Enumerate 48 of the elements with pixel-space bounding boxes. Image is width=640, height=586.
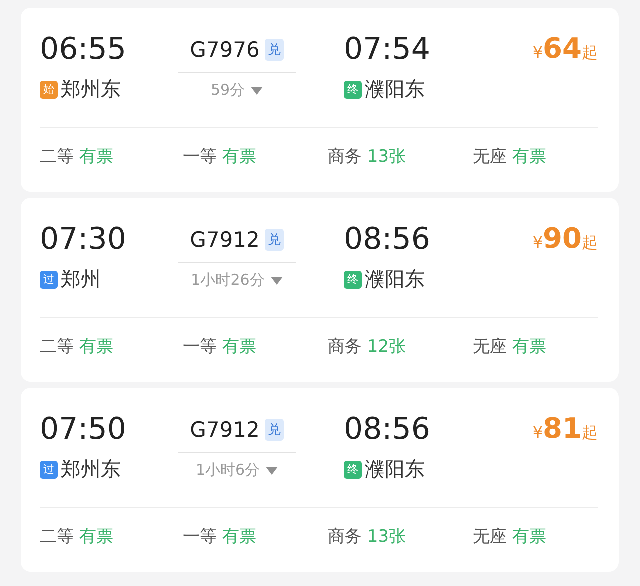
station-name: 郑州东 <box>61 76 121 103</box>
train-tag: 兑 <box>264 419 284 441</box>
price: ¥81起 <box>532 412 598 447</box>
train-number: G7912 <box>190 228 260 252</box>
station-badge: 过 <box>40 270 58 288</box>
train-number: G7912 <box>190 418 260 442</box>
seat-availability: 无座 有票 <box>473 526 548 548</box>
arrival-time: 07:54 <box>344 32 430 68</box>
station-badge: 终 <box>344 460 362 478</box>
seat-availability: 无座 有票 <box>473 336 548 358</box>
caret-down-icon[interactable] <box>266 466 278 474</box>
price: ¥90起 <box>532 222 598 257</box>
caret-down-icon[interactable] <box>270 276 283 284</box>
train-card[interactable]: 07:30 过 郑州 G7912 兑 1小时26分 08:56 终 濮阳东 ¥90起 二等 有票 一等 有票 商务 12张 无座 有票 <box>21 198 619 382</box>
station-name: 郑州东 <box>61 456 121 483</box>
departure-time: 07:30 <box>40 222 126 258</box>
price: ¥64起 <box>532 32 598 67</box>
train-number: G7976 <box>190 38 260 62</box>
arrival-time: 08:56 <box>344 412 430 448</box>
caret-down-icon[interactable] <box>251 86 264 94</box>
seat-availability: 商务 12张 <box>328 336 408 358</box>
arrival-time: 08:56 <box>344 222 430 258</box>
seat-availability: 二等 有票 <box>40 526 114 548</box>
duration: 59分 <box>210 81 246 100</box>
seat-availability: 二等 有票 <box>40 146 114 168</box>
seat-availability: 商务 13张 <box>328 526 408 548</box>
station-name: 郑州 <box>61 266 101 293</box>
train-tag: 兑 <box>264 39 284 61</box>
duration: 1小时26分 <box>191 271 265 290</box>
station-name: 濮阳东 <box>365 266 425 293</box>
train-tag: 兑 <box>264 229 284 251</box>
seat-availability: 一等 有票 <box>183 336 258 358</box>
seat-availability: 无座 有票 <box>473 146 548 168</box>
seat-availability: 一等 有票 <box>183 146 258 168</box>
train-card[interactable]: 07:50 过 郑州东 G7912 兑 1小时6分 08:56 终 濮阳东 ¥81起 二等 有票 一等 有票 商务 13张 无座 有票 <box>21 388 619 572</box>
station-badge: 终 <box>344 270 362 288</box>
station-badge: 终 <box>344 80 362 98</box>
duration: 1小时6分 <box>196 461 260 480</box>
seat-availability: 一等 有票 <box>183 526 258 548</box>
departure-time: 07:50 <box>40 412 126 448</box>
seat-availability: 二等 有票 <box>40 336 114 358</box>
train-card[interactable]: 06:55 始 郑州东 G7976 兑 59分 07:54 终 濮阳东 ¥64起 二等 有票 一等 有票 商务 13张 无座 有票 <box>21 8 619 192</box>
departure-time: 06:55 <box>40 32 126 68</box>
station-badge: 过 <box>40 460 58 478</box>
seat-availability: 商务 13张 <box>328 146 408 168</box>
station-name: 濮阳东 <box>365 76 425 103</box>
station-name: 濮阳东 <box>365 456 425 483</box>
station-badge: 始 <box>40 80 58 98</box>
